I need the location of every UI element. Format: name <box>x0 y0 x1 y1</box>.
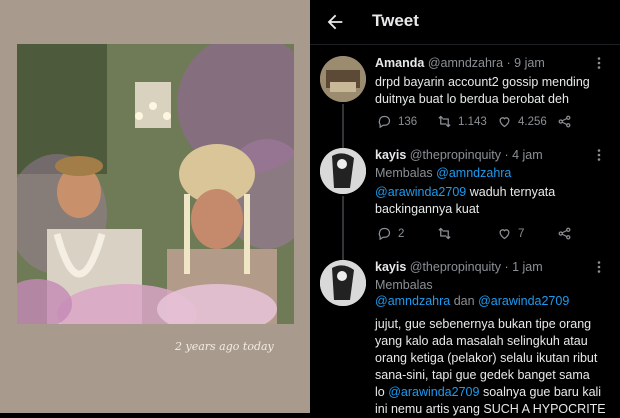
tweet-text: soalnya gue baru kali <box>482 385 602 399</box>
tweet-item[interactable]: kayis @thepropinquity · 4 jam Membalas @… <box>310 142 620 264</box>
like-count: 4.256 <box>518 115 547 128</box>
timestamp[interactable]: · 9 jam <box>507 56 545 70</box>
reply-icon <box>378 227 391 241</box>
mention-link[interactable]: @arawinda2709 <box>478 294 569 308</box>
replying-to-label: Membalas <box>375 166 433 180</box>
tweet-body: drpd bayarin account2 gossip mending dui… <box>375 74 615 108</box>
like-count: 7 <box>518 227 525 240</box>
tweet-text-line: @arawinda2709 waduh ternyata <box>375 184 615 201</box>
avatar-image <box>320 260 366 306</box>
share-button[interactable] <box>557 226 572 241</box>
handle[interactable]: @thepropinquity <box>410 260 501 274</box>
share-icon <box>558 115 571 128</box>
retweet-icon <box>438 227 451 240</box>
tweet-header-line: kayis @thepropinquity · 1 jam <box>375 260 594 274</box>
retweet-button[interactable]: 1.143 <box>437 114 487 129</box>
more-options-icon[interactable] <box>592 56 606 70</box>
avatar-image <box>320 148 366 194</box>
mention-link[interactable]: @amndzahra <box>375 294 450 308</box>
timestamp[interactable]: · 1 jam <box>504 260 542 274</box>
tweet-actions: 136 1.143 4.256 <box>375 114 615 132</box>
timestamp[interactable]: · 4 jam <box>504 148 542 162</box>
tweet-text-line: yang kalo ada masalah selingkuh atau <box>375 334 588 348</box>
story-caption: 2 years ago today <box>175 340 274 353</box>
tweet-header-line: Amanda @amndzahra · 9 jam <box>375 56 594 70</box>
tweet-actions: 2 7 <box>375 226 615 244</box>
tweet-text-line: drpd bayarin account2 gossip mending <box>375 75 590 89</box>
retweet-icon <box>438 115 451 128</box>
more-options-icon[interactable] <box>592 260 606 274</box>
replying-to-joiner: dan <box>453 294 475 308</box>
share-icon <box>558 227 571 240</box>
wedding-photo-illustration <box>17 44 294 324</box>
heart-icon <box>499 117 510 128</box>
tweet-body: @arawinda2709 waduh ternyata backinganny… <box>375 184 615 218</box>
handle[interactable]: @amndzahra <box>428 56 503 70</box>
heart-icon <box>499 229 510 240</box>
header-title: Tweet <box>372 11 419 30</box>
like-button[interactable]: 7 <box>497 226 524 241</box>
replying-to: Membalas @amndzahra dan @arawinda2709 <box>375 278 569 308</box>
tweet-text-line: duitnya buat lo berdua berobat deh <box>375 92 569 106</box>
replying-to-label: Membalas <box>375 278 433 292</box>
tweet-text: lo <box>375 385 385 399</box>
tweet-header: Tweet <box>310 0 620 45</box>
tweet-text-line: orang ketiga (pelakor) selalu ikutan rib… <box>375 351 598 365</box>
mention-link[interactable]: @arawinda2709 <box>388 385 479 399</box>
replying-to-mentions: @amndzahra dan @arawinda2709 <box>375 294 569 308</box>
story-card: 2 years ago today <box>0 0 310 413</box>
avatar[interactable] <box>320 260 366 306</box>
reply-count: 136 <box>398 115 418 128</box>
reply-count: 2 <box>398 227 405 240</box>
avatar[interactable] <box>320 56 366 102</box>
avatar[interactable] <box>320 148 366 194</box>
mention-link[interactable]: @amndzahra <box>436 166 511 180</box>
tweet-thread-panel: Tweet Amanda @amndzahra · 9 jam drpd bay… <box>310 0 620 416</box>
share-button[interactable] <box>557 114 572 129</box>
tweet-text-line: sana-sini, tapi gue gedek banget sama <box>375 368 590 382</box>
tweet-text-line: jujut, gue sebenernya bukan tipe orang <box>375 317 592 331</box>
display-name[interactable]: kayis <box>375 148 406 162</box>
display-name[interactable]: Amanda <box>375 56 424 70</box>
tweet-item[interactable]: kayis @thepropinquity · 1 jam Membalas @… <box>310 254 620 416</box>
tweet-text-line: ini nemu artis yang SUCH A HYPOCRITE <box>375 402 606 416</box>
tweet-body: jujut, gue sebenernya bukan tipe orang y… <box>375 316 615 418</box>
reply-icon <box>378 115 391 129</box>
more-options-icon[interactable] <box>592 148 606 162</box>
retweet-button[interactable] <box>437 226 458 241</box>
replying-to: Membalas @amndzahra <box>375 166 511 180</box>
reply-button[interactable]: 136 <box>377 114 417 129</box>
tweet-header-line: kayis @thepropinquity · 4 jam <box>375 148 594 162</box>
display-name[interactable]: kayis <box>375 260 406 274</box>
tweet-text-line: backingannya kuat <box>375 202 480 216</box>
tweet-text-line: lo @arawinda2709 soalnya gue baru kali <box>375 384 615 401</box>
back-arrow-icon[interactable] <box>324 11 346 33</box>
like-button[interactable]: 4.256 <box>497 114 547 129</box>
tweet-text: waduh ternyata <box>469 185 556 199</box>
tweet-item[interactable]: Amanda @amndzahra · 9 jam drpd bayarin a… <box>310 44 620 148</box>
reply-button[interactable]: 2 <box>377 226 404 241</box>
handle[interactable]: @thepropinquity <box>410 148 501 162</box>
avatar-image <box>320 56 366 102</box>
retweet-count: 1.143 <box>458 115 487 128</box>
mention-link[interactable]: @arawinda2709 <box>375 185 466 199</box>
wedding-photo <box>17 44 294 324</box>
